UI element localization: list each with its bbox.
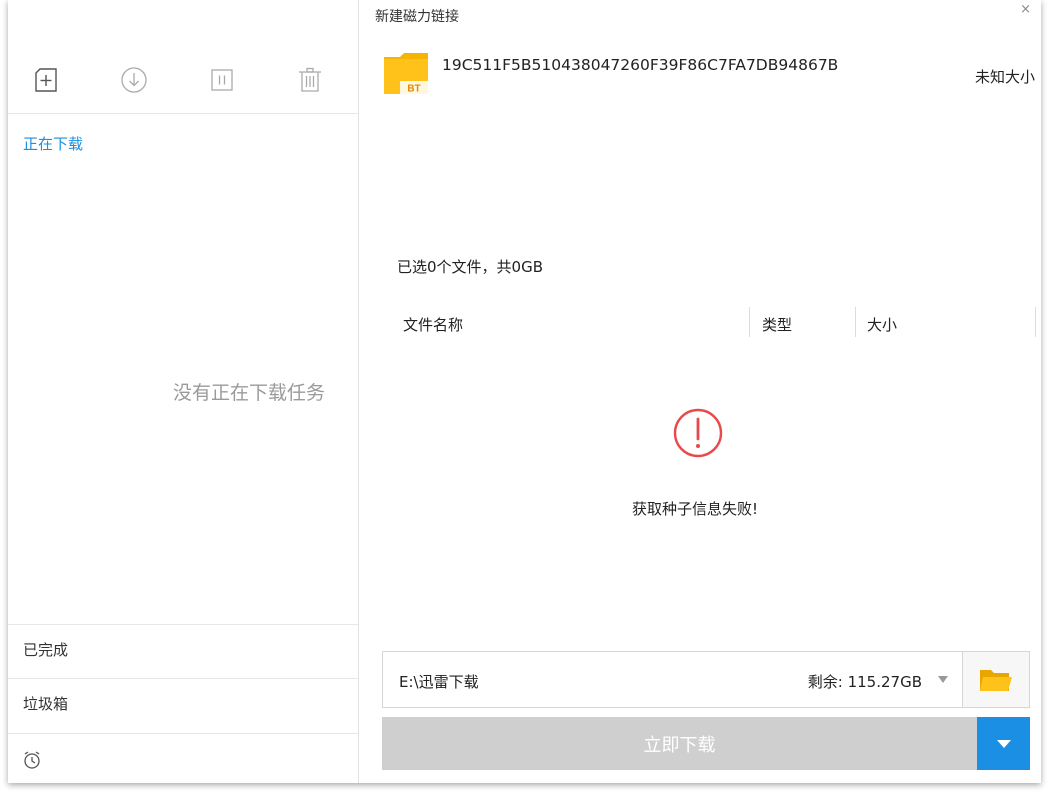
new-task-button[interactable] bbox=[30, 64, 62, 96]
download-options-button[interactable] bbox=[977, 717, 1030, 770]
add-task-icon bbox=[35, 68, 57, 92]
nav-item-trash[interactable]: 垃圾箱 bbox=[8, 678, 358, 730]
column-name[interactable]: 文件名称 bbox=[403, 314, 463, 335]
torrent-hash: 19C511F5B510438047260F39F86C7FA7DB94867B bbox=[442, 56, 839, 74]
folder-icon bbox=[980, 669, 1012, 691]
browse-folder-button[interactable] bbox=[963, 651, 1030, 708]
chevron-down-icon bbox=[996, 739, 1011, 748]
bt-folder-icon: BT bbox=[383, 51, 429, 99]
start-download-button[interactable] bbox=[118, 64, 150, 96]
divider bbox=[8, 113, 358, 114]
column-type[interactable]: 类型 bbox=[762, 314, 792, 335]
save-path-value: E:\迅雷下载 bbox=[399, 673, 479, 691]
column-divider bbox=[1035, 307, 1036, 337]
torrent-size: 未知大小 bbox=[974, 68, 1035, 86]
column-divider bbox=[855, 307, 856, 337]
free-space: 剩余: 115.27GB bbox=[807, 673, 922, 691]
pause-icon bbox=[211, 69, 233, 91]
empty-state-message: 没有正在下载任务 bbox=[173, 382, 326, 404]
pause-button[interactable] bbox=[206, 64, 238, 96]
error-icon bbox=[672, 407, 724, 463]
nav-item-label: 垃圾箱 bbox=[23, 695, 69, 713]
error-message: 获取种子信息失败! bbox=[632, 500, 759, 518]
download-list-pane: 正在下载 没有正在下载任务 已完成 垃圾箱 bbox=[8, 0, 358, 783]
save-path-select[interactable]: E:\迅雷下载 剩余: 115.27GB bbox=[382, 651, 963, 708]
scheduler-button[interactable] bbox=[22, 750, 42, 774]
close-button[interactable]: × bbox=[1020, 2, 1031, 17]
divider bbox=[8, 733, 358, 734]
download-icon bbox=[121, 67, 147, 93]
alarm-clock-icon bbox=[24, 751, 40, 769]
selected-files-summary: 已选0个文件，共0GB bbox=[397, 258, 544, 276]
column-divider bbox=[749, 307, 750, 337]
delete-button[interactable] bbox=[294, 64, 326, 96]
bt-badge: BT bbox=[407, 84, 420, 95]
nav-item-label: 已完成 bbox=[23, 641, 69, 659]
download-now-button[interactable]: 立即下载 bbox=[382, 717, 977, 770]
trash-icon bbox=[299, 67, 321, 92]
chevron-down-icon bbox=[938, 676, 948, 683]
app-window: 正在下载 没有正在下载任务 已完成 垃圾箱 新建磁力链接 × BT 19C511… bbox=[8, 0, 1041, 783]
section-downloading[interactable]: 正在下载 bbox=[23, 133, 83, 154]
column-size[interactable]: 大小 bbox=[867, 314, 897, 335]
toolbar bbox=[8, 56, 358, 106]
nav-item-completed[interactable]: 已完成 bbox=[8, 624, 358, 676]
new-magnet-dialog: 新建磁力链接 × BT 19C511F5B510438047260F39F86C… bbox=[359, 0, 1041, 783]
dialog-title: 新建磁力链接 bbox=[375, 9, 459, 25]
file-table-header: 文件名称 类型 大小 bbox=[381, 305, 1036, 343]
